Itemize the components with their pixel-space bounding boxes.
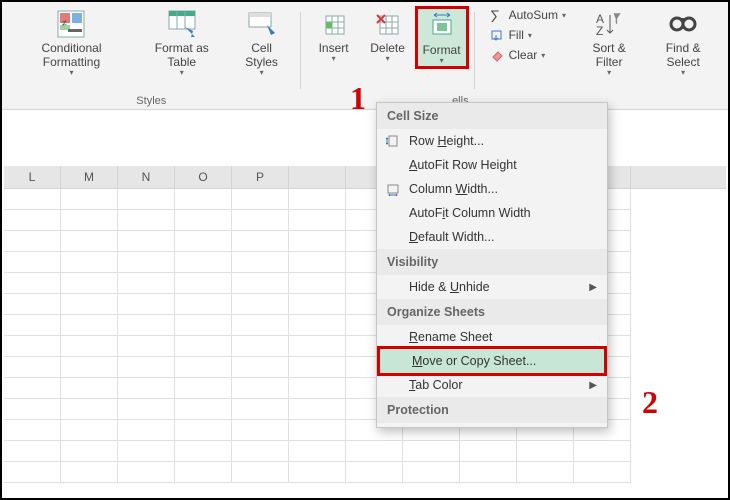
conditional-formatting-label: Conditional Formatting: [14, 42, 129, 70]
format-button[interactable]: Format: [415, 6, 469, 69]
dropdown-icon: [332, 56, 336, 63]
menu-autofit-column-width[interactable]: AutoFit Column Width: [377, 201, 607, 225]
fill-label: Fill: [509, 28, 524, 42]
row-height-icon: [385, 133, 401, 149]
dropdown-icon: [681, 70, 685, 77]
cell-styles-icon: [246, 8, 278, 40]
grid[interactable]: [4, 189, 726, 483]
menu-section-visibility: Visibility: [377, 249, 607, 275]
format-dropdown-menu: Cell Size Row Height... AutoFit Row Heig…: [376, 102, 608, 428]
svg-text:Z: Z: [596, 24, 603, 38]
menu-label: Hide & Unhide: [409, 280, 490, 294]
ribbon-group-styles: ≠ Conditional Formatting Format as Table…: [2, 6, 301, 109]
dropdown-icon: [440, 58, 444, 65]
svg-text:≠: ≠: [62, 18, 67, 28]
format-as-table-button[interactable]: Format as Table: [135, 6, 229, 79]
menu-row-height[interactable]: Row Height...: [377, 129, 607, 153]
menu-autofit-row-height[interactable]: AutoFit Row Height: [377, 153, 607, 177]
menu-label: Column Width...: [409, 182, 498, 196]
menu-label: AutoFit Column Width: [409, 206, 531, 220]
dropdown-icon: [607, 70, 611, 77]
submenu-arrow-icon: ▶: [589, 380, 597, 391]
svg-text:∑: ∑: [490, 8, 500, 22]
column-width-icon: [385, 181, 401, 197]
dropdown-icon: [260, 70, 264, 77]
menu-section-cell-size: Cell Size: [377, 103, 607, 129]
col-header[interactable]: P: [232, 166, 289, 188]
styles-group-label: Styles: [2, 95, 301, 107]
menu-section-protection: Protection: [377, 397, 607, 423]
ribbon-group-editing: ∑ AutoSum ▾ Fill ▾ Clear ▾ AZ: [475, 6, 728, 109]
col-header[interactable]: L: [4, 166, 61, 188]
annotation-2: 2: [642, 384, 658, 421]
menu-move-or-copy-sheet[interactable]: Move or Copy Sheet...: [380, 349, 604, 373]
cell-styles-button[interactable]: Cell Styles: [229, 6, 295, 79]
col-header[interactable]: O: [175, 166, 232, 188]
menu-section-organize: Organize Sheets: [377, 299, 607, 325]
menu-default-width[interactable]: Default Width...: [377, 225, 607, 249]
menu-rename-sheet[interactable]: Rename Sheet: [377, 325, 607, 349]
insert-icon: [318, 8, 350, 40]
fill-icon: [489, 27, 505, 43]
find-select-label: Find & Select: [650, 42, 716, 70]
column-headers: L M N O P T: [4, 166, 726, 189]
clear-icon: [489, 47, 505, 63]
col-header[interactable]: M: [61, 166, 118, 188]
delete-button[interactable]: Delete: [361, 6, 415, 65]
dropdown-icon: [386, 56, 390, 63]
sort-filter-button[interactable]: AZ Sort & Filter: [574, 6, 644, 79]
menu-hide-unhide[interactable]: Hide & Unhide ▶: [377, 275, 607, 299]
submenu-arrow-icon: ▶: [589, 282, 597, 293]
cell-styles-label: Cell Styles: [235, 42, 289, 70]
insert-button[interactable]: Insert: [307, 6, 361, 65]
col-header[interactable]: [289, 166, 346, 188]
menu-label: Default Width...: [409, 230, 494, 244]
format-as-table-icon: [166, 8, 198, 40]
format-icon: [426, 10, 458, 42]
autosum-label: AutoSum: [509, 8, 558, 22]
clear-label: Clear: [509, 48, 538, 62]
col-header[interactable]: N: [118, 166, 175, 188]
fill-button[interactable]: Fill ▾: [487, 26, 568, 44]
find-select-icon: [667, 8, 699, 40]
menu-label: Move or Copy Sheet...: [412, 354, 536, 368]
clear-button[interactable]: Clear ▾: [487, 46, 568, 64]
worksheet[interactable]: L M N O P T: [4, 110, 726, 496]
find-select-button[interactable]: Find & Select: [644, 6, 722, 79]
menu-label: Rename Sheet: [409, 330, 492, 344]
menu-label: Tab Color: [409, 378, 463, 392]
delete-icon: [372, 8, 404, 40]
autosum-button[interactable]: ∑ AutoSum ▾: [487, 6, 568, 24]
menu-label: AutoFit Row Height: [409, 158, 517, 172]
format-as-table-label: Format as Table: [141, 42, 223, 70]
conditional-formatting-button[interactable]: ≠ Conditional Formatting: [8, 6, 135, 79]
sort-filter-icon: AZ: [593, 8, 625, 40]
sort-filter-label: Sort & Filter: [580, 42, 638, 70]
menu-tab-color[interactable]: Tab Color ▶: [377, 373, 607, 397]
ribbon-group-cells: Insert Delete Format ells: [301, 6, 475, 109]
dropdown-icon: [69, 70, 73, 77]
dropdown-icon: [180, 70, 184, 77]
menu-label: Row Height...: [409, 134, 484, 148]
menu-column-width[interactable]: Column Width...: [377, 177, 607, 201]
autosum-icon: ∑: [489, 7, 505, 23]
conditional-formatting-icon: ≠: [55, 8, 87, 40]
